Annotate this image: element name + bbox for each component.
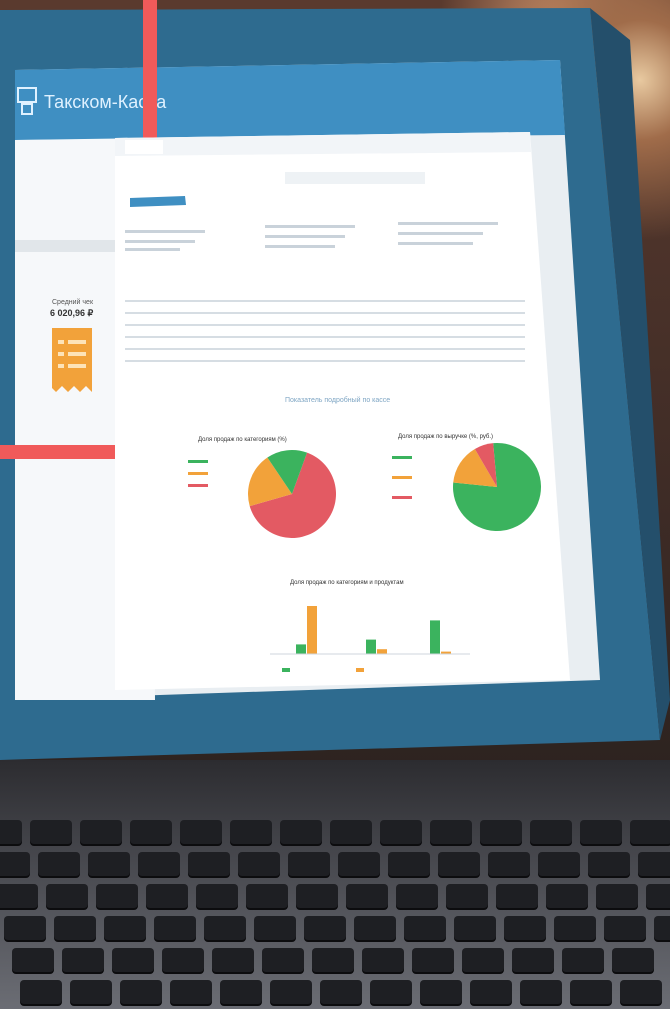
keyboard-key: [130, 820, 172, 844]
keyboard-key: [246, 884, 288, 908]
keyboard-key: [138, 852, 180, 876]
keyboard-key: [638, 852, 670, 876]
keyboard-key: [596, 884, 638, 908]
keyboard-key: [146, 884, 188, 908]
receipt-value: 6 020,96 ₽: [50, 308, 94, 318]
keyboard-key: [238, 852, 280, 876]
keyboard-key: [570, 980, 612, 1004]
keyboard-key: [80, 820, 122, 844]
receipt-icon: [52, 328, 92, 392]
keyboard-key: [212, 948, 254, 972]
keyboard-key: [112, 948, 154, 972]
keyboard-key: [30, 820, 72, 844]
keyboard-key: [104, 916, 146, 940]
dialog-search-field[interactable]: [285, 172, 425, 184]
keyboard-key: [538, 852, 580, 876]
keyboard-key: [446, 884, 488, 908]
keyboard-key: [230, 820, 272, 844]
keyboard-key: [430, 820, 472, 844]
keyboard-key: [512, 948, 554, 972]
keyboard-key: [288, 852, 330, 876]
keyboard-key: [170, 980, 212, 1004]
keyboard-key: [496, 884, 538, 908]
keyboard-key: [220, 980, 262, 1004]
keyboard-key: [254, 916, 296, 940]
keyboard-key: [438, 852, 480, 876]
keyboard-key: [370, 980, 412, 1004]
keyboard-key: [120, 980, 162, 1004]
keyboard-key: [204, 916, 246, 940]
keyboard-key: [46, 884, 88, 908]
center-heading: Показатель подробный по кассе: [285, 396, 390, 404]
dialog: [115, 132, 570, 690]
keyboard-key: [546, 884, 588, 908]
keyboard-key: [70, 980, 112, 1004]
keyboard: [0, 760, 670, 1009]
keyboard-key: [380, 820, 422, 844]
keyboard-key: [20, 980, 62, 1004]
keyboard-key: [54, 916, 96, 940]
keyboard-key: [362, 948, 404, 972]
keyboard-key: [480, 820, 522, 844]
keyboard-key: [12, 948, 54, 972]
keyboard-key: [312, 948, 354, 972]
keyboard-key: [412, 948, 454, 972]
keyboard-key: [646, 884, 670, 908]
keyboard-key: [96, 884, 138, 908]
keyboard-key: [0, 852, 30, 876]
keyboard-key: [388, 852, 430, 876]
keyboard-key: [62, 948, 104, 972]
keyboard-key: [270, 980, 312, 1004]
chart-bottom-title: Доля продаж по категориям и продуктам: [290, 580, 404, 586]
keyboard-key: [280, 820, 322, 844]
keyboard-key: [154, 916, 196, 940]
keyboard-key: [470, 980, 512, 1004]
dialog-tab-active: [125, 140, 163, 154]
keyboard-key: [4, 916, 46, 940]
bar: [366, 639, 376, 654]
keyboard-key: [580, 820, 622, 844]
keyboard-key: [88, 852, 130, 876]
keyboard-key: [296, 884, 338, 908]
keyboard-key: [330, 820, 372, 844]
keyboard-key: [530, 820, 572, 844]
keyboard-key: [0, 820, 22, 844]
monitor: Такском-Касса Средний чек 6 020,96 ₽ Пок…: [0, 0, 670, 760]
bar: [430, 620, 440, 654]
keyboard-key: [396, 884, 438, 908]
receipt-label: Средний чек: [52, 298, 94, 306]
keyboard-key: [562, 948, 604, 972]
keyboard-key: [0, 884, 38, 908]
keyboard-key: [520, 980, 562, 1004]
keyboard-key: [354, 916, 396, 940]
keyboard-key: [420, 980, 462, 1004]
keyboard-key: [162, 948, 204, 972]
keyboard-key: [404, 916, 446, 940]
keyboard-key: [346, 884, 388, 908]
keyboard-key: [320, 980, 362, 1004]
keyboard-key: [454, 916, 496, 940]
keyboard-key: [488, 852, 530, 876]
keyboard-key: [38, 852, 80, 876]
chart-left-title: Доля продаж по категориям (%): [198, 437, 287, 443]
keyboard-key: [630, 820, 670, 844]
keyboard-key: [196, 884, 238, 908]
keyboard-key: [262, 948, 304, 972]
keyboard-key: [554, 916, 596, 940]
keyboard-key: [188, 852, 230, 876]
bar: [307, 606, 317, 654]
keyboard-key: [654, 916, 670, 940]
chart-right-title: Доля продаж по выручке (%, руб.): [398, 434, 493, 440]
bar: [296, 644, 306, 654]
bar: [377, 649, 387, 654]
keyboard-key: [612, 948, 654, 972]
keyboard-key: [588, 852, 630, 876]
keyboard-key: [504, 916, 546, 940]
keyboard-key: [604, 916, 646, 940]
keyboard-key: [462, 948, 504, 972]
keyboard-key: [180, 820, 222, 844]
keyboard-key: [338, 852, 380, 876]
keyboard-key: [620, 980, 662, 1004]
keyboard-key: [304, 916, 346, 940]
